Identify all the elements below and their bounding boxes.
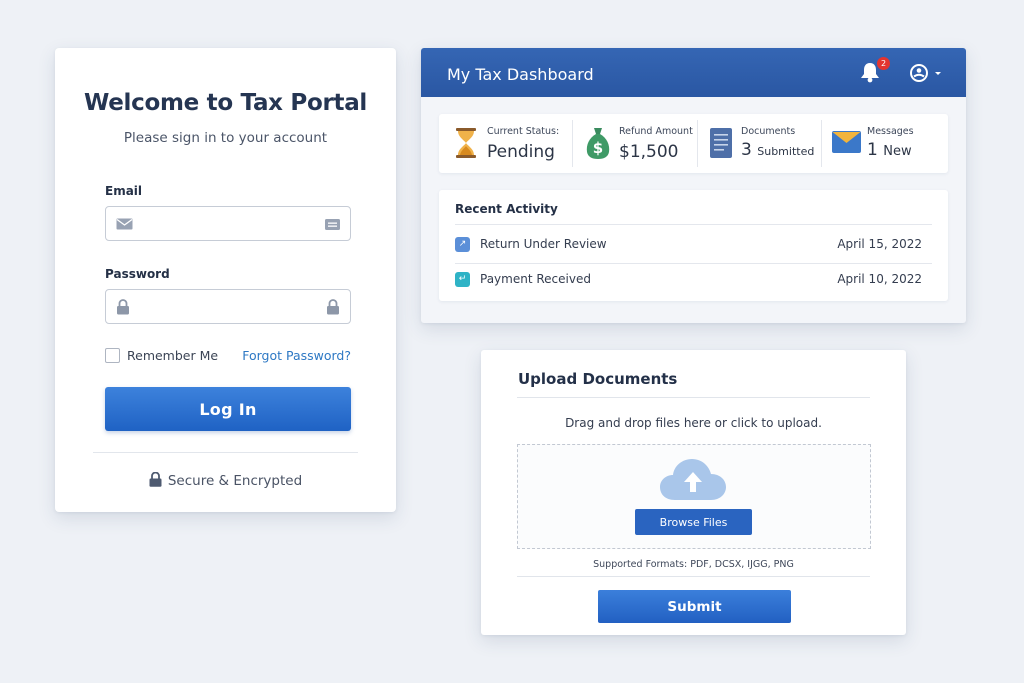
document-icon (710, 128, 732, 162)
upload-card: Upload Documents Drag and drop files her… (481, 350, 906, 635)
login-card: Welcome to Tax Portal Please sign in to … (55, 48, 396, 512)
secure-note: Secure & Encrypted (55, 471, 396, 489)
payment-icon: ↵ (455, 272, 470, 287)
stat-number: 1 (867, 140, 878, 160)
activity-row[interactable]: ↗ Return Under Review April 15, 2022 (455, 236, 922, 254)
password-label: Password (105, 267, 170, 281)
divider (455, 224, 932, 225)
email-field[interactable] (142, 207, 322, 240)
email-label: Email (105, 184, 143, 198)
remember-checkbox[interactable] (105, 348, 120, 363)
remember-label[interactable]: Remember Me (127, 348, 218, 363)
stat-value: 1 New (867, 140, 912, 160)
envelope-icon (832, 131, 861, 157)
stat-label: Documents (741, 126, 796, 137)
money-bag-icon: $ (585, 126, 611, 164)
lock-icon (149, 471, 168, 489)
password-field-wrapper[interactable] (105, 289, 351, 324)
notification-badge: 2 (877, 57, 890, 70)
activity-label: Payment Received (480, 272, 591, 286)
supported-formats: Supported Formats: PDF, DCSX, IJGG, PNG (593, 559, 794, 570)
activity-row[interactable]: ↵ Payment Received April 10, 2022 (455, 271, 922, 289)
recent-activity-panel: Recent Activity ↗ Return Under Review Ap… (439, 190, 948, 301)
user-menu-button[interactable] (909, 63, 942, 87)
lock-icon (326, 299, 340, 319)
divider (517, 576, 870, 577)
tax-dashboard: My Tax Dashboard 2 Current Status: Pendi… (421, 48, 966, 323)
activity-date: April 10, 2022 (837, 272, 922, 286)
svg-text:$: $ (593, 139, 603, 157)
stat-status: Current Status: Pending (439, 114, 571, 173)
upload-title: Upload Documents (518, 370, 678, 388)
login-subtitle: Please sign in to your account (123, 130, 328, 146)
remember-row: Remember Me Forgot Password? (105, 348, 351, 364)
stat-value: 3 Submitted (741, 140, 814, 160)
password-field[interactable] (142, 290, 322, 323)
forgot-password-link[interactable]: Forgot Password? (242, 348, 351, 363)
review-icon: ↗ (455, 237, 470, 252)
lock-icon (116, 299, 130, 319)
submit-button[interactable]: Submit (598, 590, 791, 623)
activity-date: April 15, 2022 (837, 237, 922, 251)
dashboard-title: My Tax Dashboard (447, 65, 594, 84)
stats-bar: Current Status: Pending $ Refund Amount … (439, 114, 948, 173)
stat-unit: New (883, 144, 912, 159)
stat-messages: Messages 1 New (822, 114, 948, 173)
login-title: Welcome to Tax Portal (83, 90, 368, 116)
divider (517, 397, 870, 398)
secure-text: Secure & Encrypted (167, 473, 303, 489)
stat-number: 3 (741, 140, 752, 160)
stat-value: $1,500 (619, 142, 679, 162)
upload-hint: Drag and drop files here or click to upl… (565, 416, 822, 430)
stat-label: Messages (867, 126, 914, 137)
hourglass-icon (455, 128, 477, 162)
dashboard-header: My Tax Dashboard 2 (421, 48, 966, 97)
stat-value: Pending (487, 142, 555, 162)
divider (93, 452, 358, 453)
stat-unit: Submitted (757, 145, 815, 158)
user-circle-icon (909, 64, 934, 87)
email-field-wrapper[interactable] (105, 206, 351, 241)
envelope-icon (116, 216, 133, 235)
stat-documents: Documents 3 Submitted (698, 114, 821, 173)
caret-down-icon (934, 68, 942, 87)
stat-refund: $ Refund Amount $1,500 (573, 114, 697, 173)
id-card-icon (325, 216, 340, 235)
dropzone[interactable]: Browse Files (517, 444, 871, 549)
divider (455, 263, 932, 264)
stat-label: Refund Amount (619, 126, 693, 137)
activity-label: Return Under Review (480, 237, 607, 251)
cloud-upload-icon (659, 458, 727, 506)
stat-label: Current Status: (487, 126, 560, 137)
activity-title: Recent Activity (455, 202, 558, 216)
browse-files-button[interactable]: Browse Files (635, 509, 752, 535)
login-button[interactable]: Log In (105, 387, 351, 431)
